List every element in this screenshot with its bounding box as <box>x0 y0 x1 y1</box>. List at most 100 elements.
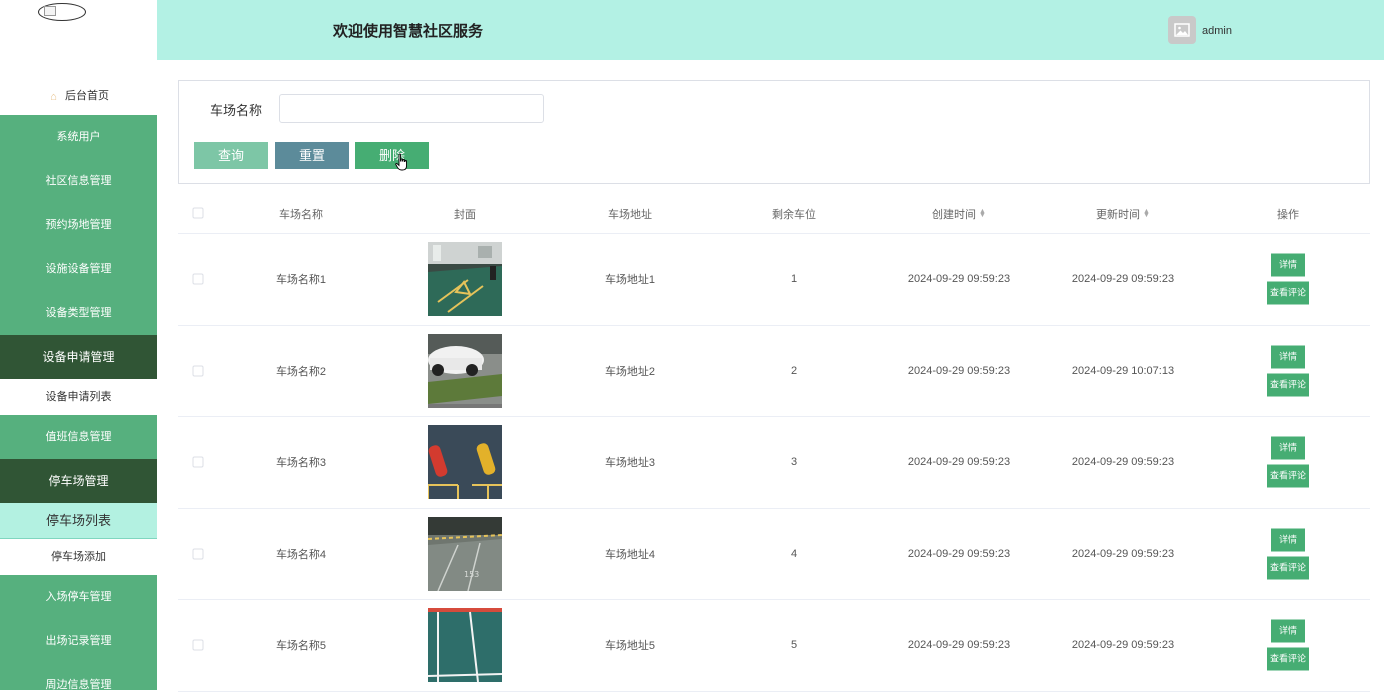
cell-address: 车场地址3 <box>604 457 656 470</box>
cover-image <box>428 608 502 683</box>
row-checkbox[interactable] <box>192 365 204 377</box>
sidebar: ⌂ 后台首页 系统用户社区信息管理 预约场地管理设施设备管理 设备类型管理设备申请管理… <box>0 0 157 690</box>
sidebar-item-label: 社区信息管理 <box>45 175 112 187</box>
cell-address: 车场地址5 <box>604 640 656 653</box>
sidebar-item-6[interactable]: 设备申请列表 <box>0 379 157 415</box>
cell-spaces: 1 <box>790 273 798 286</box>
svg-text:153: 153 <box>464 570 479 579</box>
sidebar-item-3[interactable]: 设施设备管理 <box>0 247 157 291</box>
detail-button[interactable]: 详情 <box>1271 436 1305 460</box>
cell-name: 车场名称1 <box>275 274 327 287</box>
header-created[interactable]: 创建时间 ▲ ▼ <box>932 206 986 222</box>
cell-spaces: 4 <box>790 547 798 560</box>
cell-updated: 2024-09-29 09:59:23 <box>1071 639 1175 652</box>
header-updated-label: 更新时间 <box>1096 209 1141 221</box>
sidebar-item-label: 设备申请列表 <box>45 391 112 403</box>
table-row: 车场名称4 153 车场地址4 4 2024-09-29 09:59:23 2024-09… <box>178 509 1370 600</box>
sidebar-item-label: 入场停车管理 <box>45 591 112 603</box>
delete-button[interactable]: 删除 <box>355 142 429 169</box>
cell-updated: 2024-09-29 09:59:23 <box>1071 273 1175 286</box>
row-checkbox[interactable] <box>192 456 204 468</box>
cell-created: 2024-09-29 09:59:23 <box>907 639 1011 652</box>
header-created-label: 创建时间 <box>932 209 977 221</box>
sidebar-menu: ⌂ 后台首页 系统用户社区信息管理 预约场地管理设施设备管理 设备类型管理设备申请管理… <box>0 77 157 690</box>
cell-address: 车场地址4 <box>604 548 656 561</box>
table-row: 车场名称1 车场地址1 1 2024-09-29 09:59:23 2024-09-29… <box>178 234 1370 326</box>
sidebar-item-0[interactable]: 系统用户 <box>0 115 157 159</box>
sidebar-item-7[interactable]: 值班信息管理 <box>0 415 157 459</box>
detail-button[interactable]: 详情 <box>1271 253 1305 277</box>
detail-button[interactable]: 详情 <box>1271 619 1305 643</box>
view-reviews-button[interactable]: 查看评论 <box>1267 464 1309 488</box>
hand-cursor-icon <box>395 153 407 171</box>
cover-image <box>428 242 502 317</box>
sidebar-item-1[interactable]: 社区信息管理 <box>0 159 157 203</box>
sidebar-item-label: 后台首页 <box>65 90 109 102</box>
cell-address: 车场地址1 <box>604 274 656 287</box>
header-ops: 操作 <box>1277 209 1299 221</box>
sidebar-item-13[interactable]: 周边信息管理 <box>0 663 157 690</box>
query-button[interactable]: 查询 <box>194 142 268 169</box>
cell-address: 车场地址2 <box>604 365 656 378</box>
row-actions: 详情 查看评论 <box>1266 528 1310 580</box>
cell-updated: 2024-09-29 10:07:13 <box>1071 364 1175 377</box>
view-reviews-button[interactable]: 查看评论 <box>1267 647 1309 671</box>
cell-name: 车场名称2 <box>275 365 327 378</box>
table-row: 车场名称5 车场地址5 5 2024-09-29 09:59:23 2024-09-29… <box>178 600 1370 692</box>
sidebar-item-label: 设备申请管理 <box>42 350 115 364</box>
row-actions: 详情 查看评论 <box>1266 619 1310 671</box>
row-actions: 详情 查看评论 <box>1266 345 1310 397</box>
sidebar-item-12[interactable]: 出场记录管理 <box>0 619 157 663</box>
row-checkbox[interactable] <box>192 639 204 651</box>
sidebar-item-4[interactable]: 设备类型管理 <box>0 291 157 335</box>
cell-name: 车场名称5 <box>275 640 327 653</box>
sidebar-item-label: 系统用户 <box>56 131 101 143</box>
detail-button[interactable]: 详情 <box>1271 528 1305 552</box>
select-all-checkbox[interactable] <box>192 207 204 219</box>
parking-name-input[interactable] <box>279 94 544 123</box>
cell-name: 车场名称3 <box>275 457 327 470</box>
detail-button[interactable]: 详情 <box>1271 345 1305 369</box>
row-checkbox[interactable] <box>192 273 204 285</box>
logo-image <box>38 3 86 21</box>
sidebar-item-label: 值班信息管理 <box>45 431 112 443</box>
cell-spaces: 3 <box>790 456 798 469</box>
view-reviews-button[interactable]: 查看评论 <box>1267 281 1309 305</box>
sort-icon[interactable]: ▲ ▼ <box>979 208 986 219</box>
image-placeholder-icon <box>1174 23 1190 37</box>
cell-name: 车场名称4 <box>275 548 327 561</box>
cell-updated: 2024-09-29 09:59:23 <box>1071 547 1175 560</box>
cell-spaces: 5 <box>790 639 798 652</box>
username[interactable]: admin <box>1202 25 1232 37</box>
cell-updated: 2024-09-29 09:59:23 <box>1071 456 1175 469</box>
header-updated[interactable]: 更新时间 ▲ ▼ <box>1096 206 1150 222</box>
sidebar-item-9[interactable]: 停车场列表 <box>0 503 157 539</box>
cell-created: 2024-09-29 09:59:23 <box>907 273 1011 286</box>
header-cover: 封面 <box>454 209 476 221</box>
sidebar-item-home[interactable]: ⌂ 后台首页 <box>0 77 157 115</box>
view-reviews-button[interactable]: 查看评论 <box>1267 556 1309 580</box>
sidebar-item-10[interactable]: 停车场添加 <box>0 539 157 575</box>
sort-icon[interactable]: ▲ ▼ <box>1143 208 1150 219</box>
header-address: 车场地址 <box>608 209 652 221</box>
row-checkbox[interactable] <box>192 548 204 560</box>
search-panel: 车场名称 查询 重置 删除 <box>178 80 1370 184</box>
row-actions: 详情 查看评论 <box>1266 436 1310 488</box>
sidebar-item-label: 预约场地管理 <box>45 219 112 231</box>
sidebar-item-8[interactable]: 停车场管理 <box>0 459 157 503</box>
header-spaces: 剩余车位 <box>772 209 816 221</box>
sidebar-item-5[interactable]: 设备申请管理 <box>0 335 157 379</box>
avatar[interactable] <box>1168 16 1196 44</box>
cover-image: 153 <box>428 516 502 591</box>
sidebar-item-label: 停车场添加 <box>51 551 106 563</box>
sidebar-item-11[interactable]: 入场停车管理 <box>0 575 157 619</box>
sidebar-item-2[interactable]: 预约场地管理 <box>0 203 157 247</box>
sidebar-item-label: 停车场列表 <box>45 513 111 528</box>
top-header: 欢迎使用智慧社区服务 admin <box>157 0 1384 60</box>
reset-button[interactable]: 重置 <box>275 142 349 169</box>
parking-table: 车场名称 封面 车场地址 剩余车位 创建时间 ▲ ▼ 更新时间 ▲ ▼ 操作 车场名称1… <box>178 192 1370 692</box>
cell-created: 2024-09-29 09:59:23 <box>907 364 1011 377</box>
view-reviews-button[interactable]: 查看评论 <box>1267 373 1309 397</box>
home-icon: ⌂ <box>50 91 57 103</box>
header-name: 车场名称 <box>279 209 323 221</box>
